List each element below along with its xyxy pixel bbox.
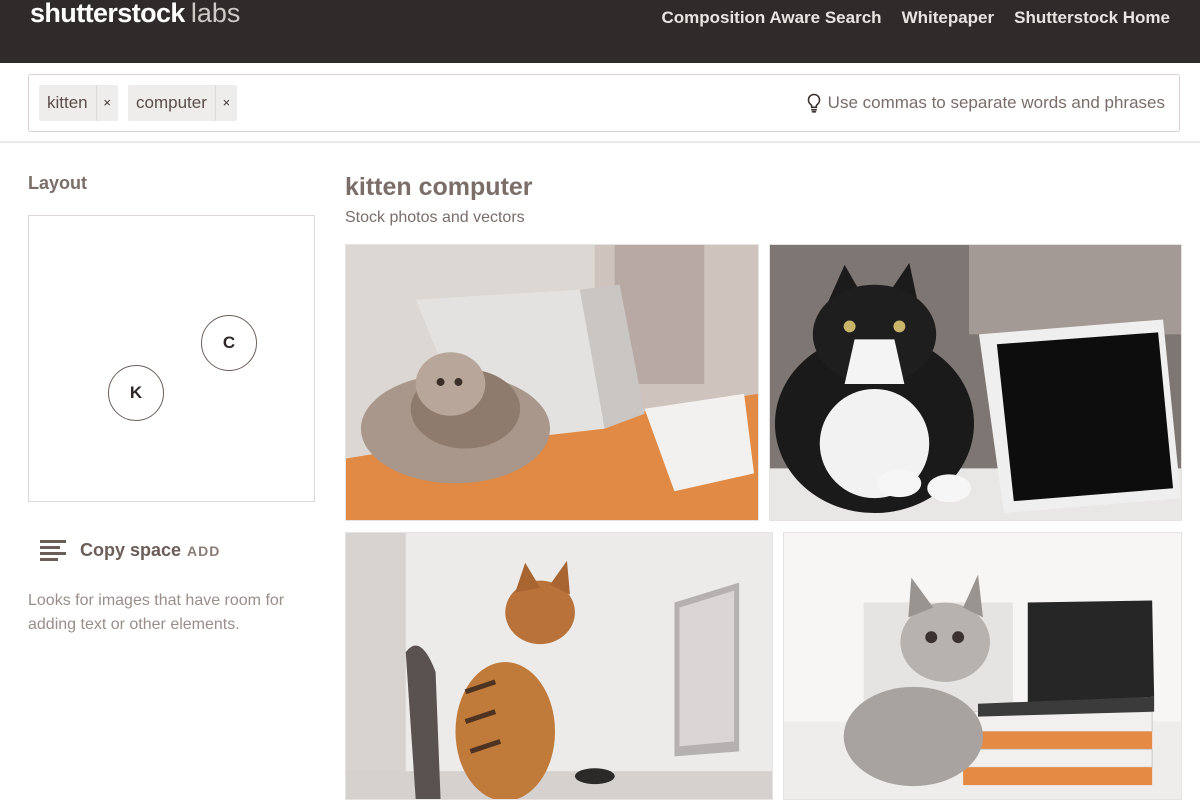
copy-space-add-button[interactable]: ADD xyxy=(187,543,220,559)
layout-token-kitten[interactable]: K xyxy=(108,365,164,421)
brand-sub: labs xyxy=(190,0,241,28)
remove-chip-computer-button[interactable]: × xyxy=(214,85,237,121)
search-chip-computer: computer × xyxy=(128,85,237,121)
results-title: kitten computer xyxy=(345,173,533,201)
result-image-4[interactable] xyxy=(783,532,1182,800)
nav-link-shutterstock-home[interactable]: Shutterstock Home xyxy=(1014,8,1170,28)
layout-canvas[interactable]: C K xyxy=(28,215,315,502)
layout-token-computer[interactable]: C xyxy=(201,315,257,371)
copy-space-description: Looks for images that have room for addi… xyxy=(28,592,285,633)
top-navigation-bar: shutterstock labs Composition Aware Sear… xyxy=(0,0,1200,63)
results-subtitle: Stock photos and vectors xyxy=(345,209,525,226)
copy-space-control: Copy space ADD xyxy=(40,538,220,562)
layout-title: Layout xyxy=(28,173,88,193)
brand-name: shutterstock xyxy=(30,0,185,28)
nav-link-composition-aware-search[interactable]: Composition Aware Search xyxy=(661,8,881,28)
search-section: kitten × computer × Use commas to separa… xyxy=(0,63,1200,143)
nav-link-whitepaper[interactable]: Whitepaper xyxy=(902,8,995,28)
search-chip-kitten: kitten × xyxy=(39,85,118,121)
lightbulb-icon xyxy=(806,93,822,113)
result-image-2[interactable] xyxy=(769,244,1182,521)
result-image-1[interactable] xyxy=(345,244,759,521)
remove-chip-kitten-button[interactable]: × xyxy=(95,85,118,121)
search-input[interactable]: kitten × computer × Use commas to separa… xyxy=(28,74,1180,132)
chip-label: computer xyxy=(136,93,207,112)
search-hint: Use commas to separate words and phrases xyxy=(806,93,1165,113)
copy-space-label: Copy space xyxy=(80,539,182,560)
shutterstock-labs-logo[interactable]: shutterstock labs xyxy=(30,0,240,29)
chip-label: kitten xyxy=(47,93,88,112)
result-image-3[interactable] xyxy=(345,532,773,800)
nav-links: Composition Aware Search Whitepaper Shut… xyxy=(661,8,1170,28)
hint-text: Use commas to separate words and phrases xyxy=(827,93,1165,112)
text-lines-icon xyxy=(40,538,68,562)
